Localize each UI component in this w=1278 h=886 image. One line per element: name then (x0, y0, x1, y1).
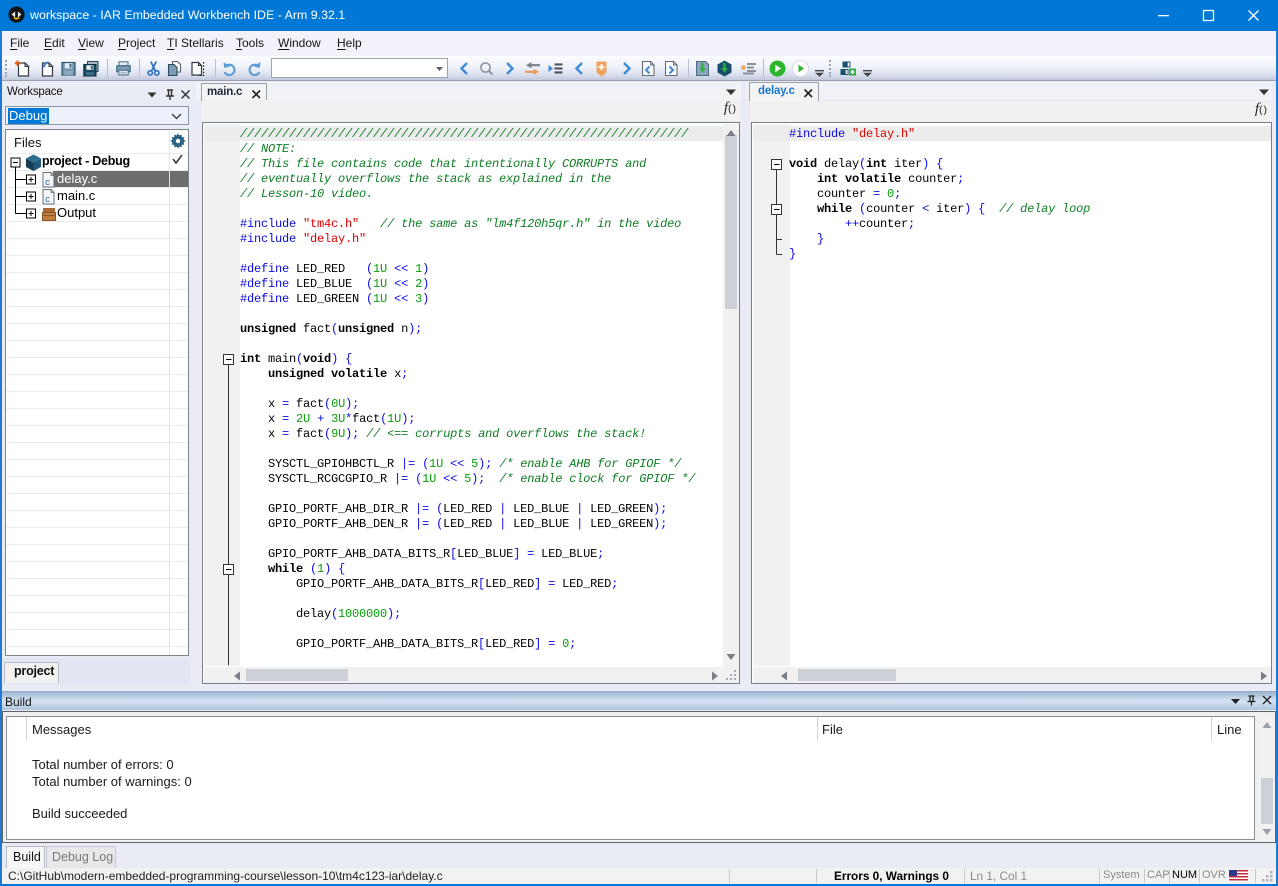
svg-text:c: c (45, 195, 50, 205)
svg-text:c: c (45, 178, 50, 188)
